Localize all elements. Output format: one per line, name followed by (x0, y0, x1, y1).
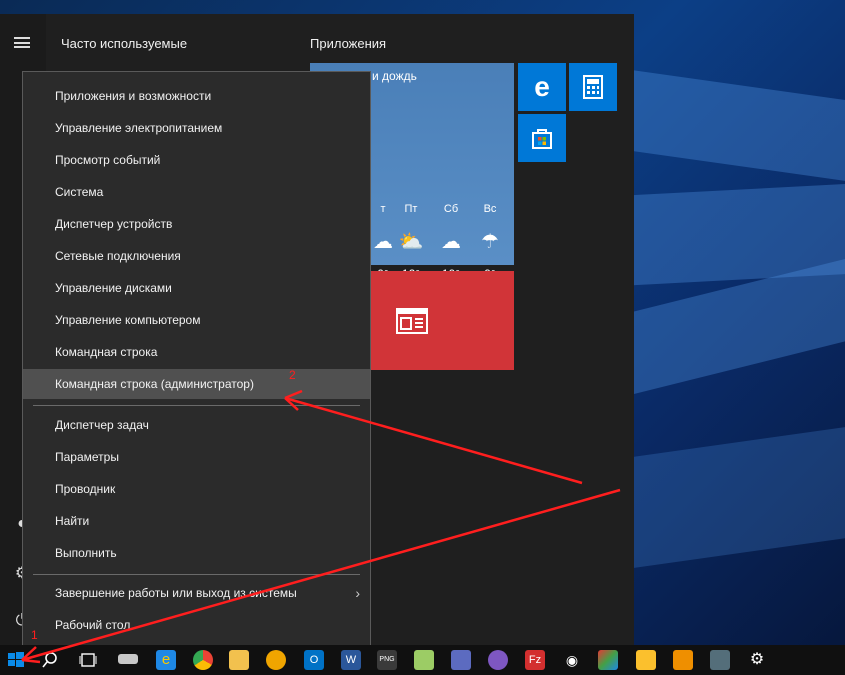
annotation-number-2: 2 (289, 368, 296, 382)
annotation-arrows (21, 389, 621, 664)
annotation-number-1: 1 (31, 628, 38, 642)
